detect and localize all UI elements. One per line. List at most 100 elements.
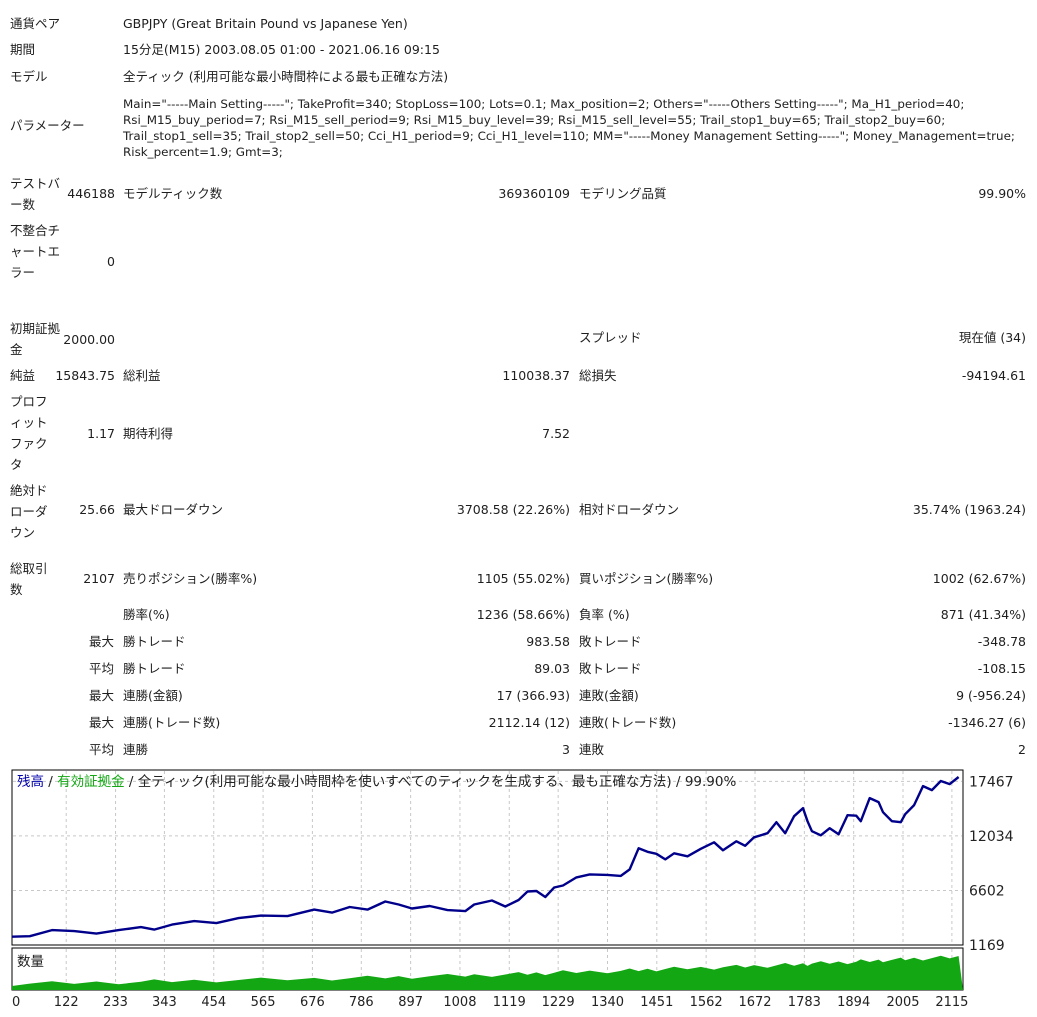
average-prefix: 平均 [89, 661, 115, 676]
x-tick-label: 1783 [788, 995, 821, 1010]
loss-rate-value: 871 (41.34%) [940, 607, 1026, 622]
y-tick-label: 17467 [969, 774, 1014, 790]
x-tick-label: 122 [54, 995, 79, 1010]
largest-prefix: 最大 [89, 634, 115, 649]
x-tick-label: 1562 [690, 995, 723, 1010]
maximal-drawdown-label: 最大ドローダウン [123, 502, 224, 517]
loss-rate-label: 負率 (%) [579, 607, 630, 622]
initial-deposit-value: 2000.00 [63, 332, 115, 347]
volume-label: 数量 [17, 954, 44, 970]
max-consec-wins-trades-value: 2112.14 (12) [488, 715, 570, 730]
max-consec-losses-trades-label: 連敗(トレード数) [579, 715, 677, 730]
average-loss-value: -108.15 [977, 661, 1026, 676]
max-consec-losses-trades-value: -1346.27 (6) [948, 715, 1026, 730]
chart-title-balance: 残高 [17, 774, 44, 790]
avg-consec-losses-value: 2 [1018, 742, 1026, 757]
test-bars-label: テストバー数 [10, 176, 61, 212]
model-ticks-value: 369360109 [498, 186, 570, 201]
largest-win-value: 983.58 [526, 634, 570, 649]
relative-drawdown-label: 相対ドローダウン [579, 502, 680, 517]
x-tick-label: 0 [12, 995, 20, 1010]
max-consec-amount-prefix: 最大 [89, 688, 115, 703]
period-value: 15分足(M15) 2003.08.05 01:00 - 2021.06.16 … [123, 42, 440, 57]
x-tick-label: 897 [398, 995, 423, 1010]
largest-loss-label: 敗トレード [579, 634, 642, 649]
mismatch-errors-label: 不整合チャートエラー [10, 223, 61, 280]
short-positions-label: 売りポジション(勝率%) [123, 571, 258, 586]
parameters-label: パラメーター [10, 118, 85, 133]
x-tick-label: 233 [103, 995, 128, 1010]
profit-factor-value: 1.17 [87, 426, 115, 441]
absolute-drawdown-value: 25.66 [79, 502, 115, 517]
total-trades-value: 2107 [83, 571, 115, 586]
relative-drawdown-value: 35.74% (1963.24) [912, 502, 1026, 517]
modeling-quality-value: 99.90% [978, 186, 1026, 201]
x-tick-label: 676 [300, 995, 325, 1010]
mismatch-errors-value: 0 [107, 254, 115, 269]
spread-label: スプレッド [579, 330, 642, 345]
max-consec-wins-trades-label: 連勝(トレード数) [123, 715, 221, 730]
model-value: 全ティック (利用可能な最小時間枠による最も正確な方法) [123, 69, 449, 84]
max-consec-losses-amount-label: 連敗(金額) [579, 688, 639, 703]
x-tick-label: 1451 [640, 995, 673, 1010]
period-label: 期間 [10, 42, 36, 57]
win-rate-value: 1236 (58.66%) [476, 607, 570, 622]
y-tick-label: 12034 [969, 829, 1014, 845]
x-tick-label: 454 [201, 995, 226, 1010]
spread-value: 現在値 (34) [958, 330, 1026, 345]
long-positions-label: 買いポジション(勝率%) [579, 571, 714, 586]
max-consec-trades-prefix: 最大 [89, 715, 115, 730]
x-tick-label: 1672 [738, 995, 771, 1010]
gross-profit-label: 総利益 [123, 368, 161, 383]
parameters-value: Main="-----Main Setting-----"; TakeProfi… [123, 97, 1015, 159]
x-tick-label: 1894 [837, 995, 870, 1010]
test-bars-value: 446188 [67, 186, 115, 201]
average-win-value: 89.03 [534, 661, 570, 676]
chart-title-separator: / [44, 774, 58, 790]
net-profit-label: 純益 [10, 368, 36, 383]
x-tick-label: 2115 [935, 995, 968, 1010]
y-tick-label: 6602 [969, 883, 1005, 899]
x-tick-label: 2005 [886, 995, 919, 1010]
modeling-quality-label: モデリング品質 [579, 186, 667, 201]
x-tick-label: 1008 [443, 995, 476, 1010]
chart-title-description: / 全ティック(利用可能な最小時間枠を使いすべてのティックを生成する、最も正確な… [124, 774, 737, 790]
model-label: モデル [10, 69, 48, 84]
long-positions-value: 1002 (62.67%) [932, 571, 1026, 586]
symbol-value: GBPJPY (Great Britain Pound vs Japanese … [123, 16, 408, 31]
profit-factor-label: プロフィットファクタ [10, 394, 48, 472]
average-loss-label: 敗トレード [579, 661, 642, 676]
absolute-drawdown-label: 絶対ドローダウン [10, 483, 48, 540]
x-tick-label: 1229 [542, 995, 575, 1010]
expected-payoff-value: 7.52 [542, 426, 570, 441]
max-consec-wins-amount-label: 連勝(金額) [123, 688, 183, 703]
win-rate-label: 勝率(%) [123, 607, 170, 622]
balance-chart: 0 122 233 343 454 565 676 786 897 1008 1119 1229 134… [11, 769, 1014, 1010]
symbol-label: 通貨ペア [10, 16, 61, 31]
gross-loss-value: -94194.61 [961, 368, 1026, 383]
y-tick-label: 1169 [969, 938, 1005, 954]
gross-loss-label: 総損失 [579, 368, 617, 383]
x-tick-label: 1119 [493, 995, 526, 1010]
average-win-label: 勝トレード [123, 661, 186, 676]
largest-win-label: 勝トレード [123, 634, 186, 649]
avg-consec-prefix: 平均 [89, 742, 115, 757]
avg-consec-losses-label: 連敗 [579, 742, 605, 757]
avg-consec-wins-value: 3 [562, 742, 570, 757]
expected-payoff-label: 期待利得 [123, 426, 174, 441]
chart-title-equity: 有効証拠金 [57, 774, 125, 790]
net-profit-value: 15843.75 [55, 368, 115, 383]
maximal-drawdown-value: 3708.58 (22.26%) [456, 502, 570, 517]
x-tick-label: 343 [152, 995, 177, 1010]
avg-consec-wins-label: 連勝 [123, 742, 149, 757]
total-trades-label: 総取引数 [10, 561, 48, 597]
x-tick-label: 1340 [591, 995, 624, 1010]
plot-frame [11, 769, 964, 946]
max-consec-wins-amount-value: 17 (366.93) [496, 688, 570, 703]
x-tick-label: 786 [349, 995, 374, 1010]
model-ticks-label: モデルティック数 [123, 186, 223, 201]
short-positions-value: 1105 (55.02%) [476, 571, 570, 586]
x-tick-label: 565 [251, 995, 276, 1010]
max-consec-losses-amount-value: 9 (-956.24) [956, 688, 1026, 703]
gross-profit-value: 110038.37 [502, 368, 570, 383]
